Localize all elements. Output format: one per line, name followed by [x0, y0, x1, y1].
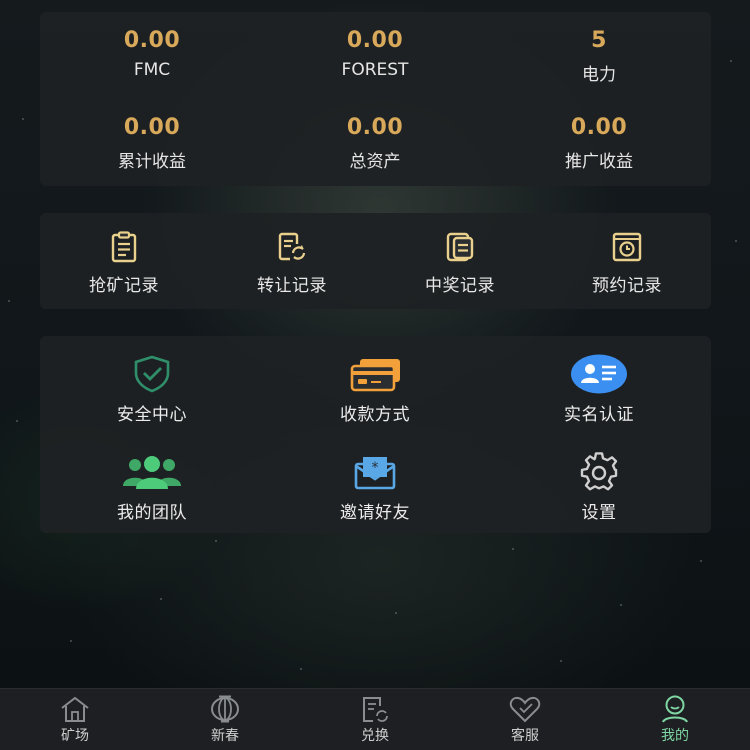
tab-label: 我的	[661, 728, 689, 744]
records-item-label: 抢矿记录	[89, 276, 159, 296]
profile-screen: 0.00 FMC 0.00 FOREST 5 电力 0.00 累计收益 0.00…	[0, 0, 750, 750]
heart-icon	[509, 696, 541, 723]
invite-envelope-icon: *	[354, 457, 396, 490]
tab-new-year[interactable]: 新春	[150, 695, 300, 745]
bottom-tab-bar: 矿场 新春 兑换 客服 我的	[0, 688, 750, 750]
stat-promotion-earnings: 0.00 推广收益	[487, 115, 711, 172]
tab-label: 客服	[511, 728, 539, 744]
service-security-center[interactable]: 安全中心	[40, 354, 264, 425]
payment-card-icon	[350, 359, 400, 392]
stat-fmc: 0.00 FMC	[40, 28, 264, 80]
lantern-icon	[211, 695, 239, 723]
tab-label: 兑换	[361, 728, 389, 744]
tab-customer-service[interactable]: 客服	[450, 695, 600, 745]
stat-total-assets: 0.00 总资产	[263, 115, 487, 172]
stat-label: 总资产	[349, 152, 401, 172]
records-item-grab[interactable]: 抢矿记录	[40, 231, 208, 296]
stat-value: 5	[591, 28, 607, 53]
stat-value: 0.00	[570, 115, 628, 140]
records-item-label: 中奖记录	[425, 276, 495, 296]
service-real-name-verification[interactable]: 实名认证	[487, 354, 711, 425]
stat-label: 累计收益	[118, 152, 186, 172]
records-item-reservation[interactable]: 预约记录	[543, 231, 711, 296]
stat-forest: 0.00 FOREST	[263, 28, 487, 80]
service-invite-friends[interactable]: * 邀请好友	[263, 452, 487, 523]
stat-total-earnings: 0.00 累计收益	[40, 115, 264, 172]
transfer-doc-icon	[278, 232, 306, 261]
stat-value: 0.00	[123, 115, 181, 140]
stat-label: FOREST	[341, 60, 409, 80]
shield-check-icon	[134, 355, 170, 393]
records-card: 抢矿记录 转让记录 中奖记录 预约记录	[40, 213, 711, 309]
service-settings[interactable]: 设置	[487, 452, 711, 523]
records-item-label: 转让记录	[257, 276, 327, 296]
stat-value: 0.00	[123, 28, 181, 53]
stat-value: 0.00	[346, 115, 404, 140]
team-icon	[123, 456, 181, 489]
tab-exchange[interactable]: 兑换	[300, 695, 450, 745]
service-payment-method[interactable]: 收款方式	[263, 354, 487, 425]
tab-label: 矿场	[61, 728, 89, 744]
assets-summary-card: 0.00 FMC 0.00 FOREST 5 电力 0.00 累计收益 0.00…	[40, 12, 711, 186]
records-item-label: 预约记录	[592, 276, 662, 296]
service-label: 我的团队	[117, 503, 187, 523]
clipboard-icon	[111, 231, 137, 263]
stat-value: 0.00	[346, 28, 404, 53]
tab-label: 新春	[211, 728, 239, 744]
service-label: 设置	[581, 503, 617, 523]
service-label: 邀请好友	[340, 503, 410, 523]
tab-mine-field[interactable]: 矿场	[0, 695, 150, 745]
home-icon	[61, 696, 89, 722]
stat-power: 5 电力	[487, 28, 711, 85]
services-card: 安全中心 收款方式 实名认证 我的团队 * 邀请好友 设置	[40, 336, 711, 533]
records-item-prize[interactable]: 中奖记录	[376, 231, 544, 296]
profile-icon	[662, 695, 688, 723]
exchange-icon	[363, 697, 388, 722]
records-item-transfer[interactable]: 转让记录	[208, 231, 376, 296]
stat-label: 推广收益	[565, 152, 633, 172]
gear-icon	[580, 452, 618, 491]
service-label: 收款方式	[340, 405, 410, 425]
service-my-team[interactable]: 我的团队	[40, 452, 264, 523]
id-card-icon	[571, 354, 627, 394]
svg-text:*: *	[372, 460, 379, 476]
service-label: 安全中心	[117, 405, 187, 425]
stat-label: 电力	[582, 65, 616, 85]
document-icon	[446, 232, 474, 262]
stat-label: FMC	[133, 60, 171, 80]
clock-frame-icon	[612, 232, 642, 262]
tab-mine[interactable]: 我的	[600, 695, 750, 745]
service-label: 实名认证	[564, 405, 634, 425]
